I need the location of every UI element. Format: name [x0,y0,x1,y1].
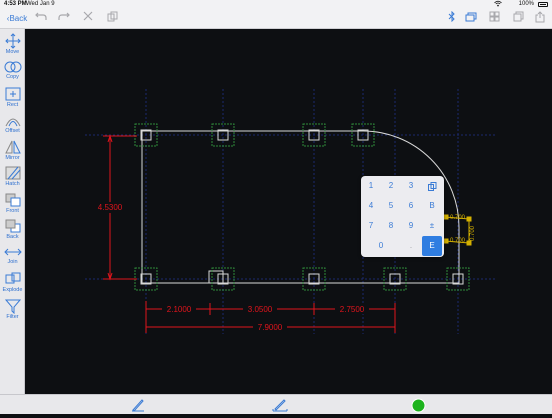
battery-icon [538,2,548,7]
tool-mirror-label: Mirror [5,155,20,161]
filter-icon [4,299,21,314]
bottom-toolbar [0,394,552,414]
key-3[interactable]: 3 [401,176,421,196]
slab-notch [208,270,224,284]
tool-offset-label: Offset [5,128,20,134]
tool-front[interactable]: Front [0,190,25,216]
dim-seg2-text: 3.0500 [248,305,273,314]
join-icon [3,248,22,256]
pencil-icon [132,399,144,412]
key-6[interactable]: 6 [401,196,421,216]
battery-percent: 100% [518,1,534,7]
arc-dim-text-b: 0.700 [450,238,466,244]
drawing-canvas[interactable]: 4.5300 2.1000 3.0500 2.7500 7.9000 0.700… [25,29,552,394]
hatch-icon [5,166,20,180]
mirror-icon [4,140,21,154]
dim-total-text: 7.9000 [258,323,283,332]
back-icon [5,219,20,233]
dim-seg3-text: 2.7500 [340,305,365,314]
key-copy[interactable] [422,176,442,196]
tool-rect[interactable]: Rect [0,84,25,110]
measure-style-button[interactable] [272,398,288,417]
undo-icon [35,12,47,20]
key-backspace[interactable]: B [422,196,442,216]
green-dot-icon [411,398,426,413]
grid-icon [489,11,499,22]
tool-explode-label: Explode [2,287,23,293]
key-2[interactable]: 2 [381,176,401,196]
tool-hatch-label: Hatch [5,181,20,187]
arc-dim-text-c: 0.700 [470,225,476,241]
key-plus-minus[interactable]: ± [422,216,442,236]
share-button[interactable] [533,11,547,26]
key-4[interactable]: 4 [361,196,381,216]
tool-explode[interactable]: Explode [0,269,25,295]
move-icon [4,33,21,49]
tool-move[interactable]: Move [0,31,25,57]
key-0[interactable]: 0 [371,236,391,256]
tool-join-label: Join [7,259,18,265]
dim-seg1-text: 2.1000 [167,305,192,314]
tool-filter[interactable]: Filter [0,296,25,322]
pencil-ruler-icon [272,399,288,412]
front-icon [5,193,20,207]
redo-button[interactable] [57,11,71,26]
copy-icon [4,61,21,73]
top-toolbar: ‹Back [0,9,552,29]
delete-button[interactable] [81,11,95,26]
tool-hatch[interactable]: Hatch [0,163,25,189]
bluetooth-button[interactable] [446,10,458,26]
tool-rect-label: Rect [6,102,19,108]
key-8[interactable]: 8 [381,216,401,236]
tool-back[interactable]: Back [0,216,25,242]
close-icon [83,11,93,21]
explode-icon [5,272,20,284]
redo-icon [58,12,70,20]
pages-button[interactable] [511,11,525,26]
key-decimal[interactable]: . [401,236,421,256]
layer-color-button[interactable] [411,398,426,418]
tool-filter-label: Filter [6,314,19,320]
key-1[interactable]: 1 [361,176,381,196]
tool-front-label: Front [6,208,19,214]
key-5[interactable]: 5 [381,196,401,216]
status-time: 4:53 PM [4,1,27,7]
key-7[interactable]: 7 [361,216,381,236]
tool-copy[interactable]: Copy [0,58,25,84]
tool-offset[interactable]: Offset [0,110,25,136]
layers-button[interactable] [464,11,478,26]
duplicate-button[interactable] [105,11,119,26]
pages-icon [513,11,523,22]
back-button-label: Back [9,14,28,23]
key-9[interactable]: 9 [401,216,421,236]
offset-icon [5,118,20,127]
layers-icon [465,12,477,22]
key-enter[interactable]: E [422,236,442,256]
dim-vertical-text: 4.5300 [98,203,123,212]
copy-value-icon [427,182,436,191]
back-button[interactable]: ‹Back [4,11,30,26]
undo-button[interactable] [34,11,48,26]
grid-view-button[interactable] [487,11,501,26]
tool-move-label: Move [5,49,20,55]
line-style-button[interactable] [131,398,145,417]
status-bar: 4:53 PM Wed Jan 9 100% [0,0,552,9]
tool-sidebar: Move Copy Rect Offset Mirror Hatch Front… [0,29,25,394]
status-date: Wed Jan 9 [26,1,55,7]
share-icon [535,11,545,23]
drawing-svg: 4.5300 2.1000 3.0500 2.7500 7.9000 0.700… [85,89,495,334]
duplicate-icon [107,11,117,22]
tool-mirror[interactable]: Mirror [0,137,25,163]
tool-back-label: Back [6,234,19,240]
tool-copy-label: Copy [6,74,19,80]
bluetooth-icon [448,10,455,23]
rect-icon [5,87,20,101]
arc-dim-text-a: 0.700 [450,215,466,221]
tool-join[interactable]: Join [0,243,25,269]
numeric-keypad: 1 2 3 4 5 6 B 7 8 9 ± 0 . E [361,176,444,257]
